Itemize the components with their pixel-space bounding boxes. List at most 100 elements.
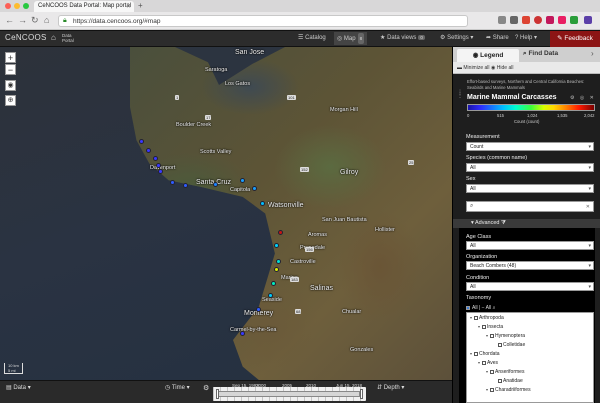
observation-point[interactable]: [239, 177, 245, 183]
feedback-button[interactable]: ✎ Feedback: [550, 31, 600, 47]
observation-point[interactable]: [155, 162, 161, 168]
maximize-window-icon[interactable]: [23, 3, 29, 9]
tree-node[interactable]: Anatidae: [494, 378, 523, 384]
chevron-down-icon: ▾: [588, 186, 591, 192]
pocket-icon[interactable]: [522, 16, 530, 24]
tab-legend[interactable]: ◉ Legend: [457, 49, 519, 62]
cencoos-logo[interactable]: CeNCOOS: [5, 33, 47, 42]
back-icon[interactable]: ←: [5, 15, 14, 25]
map-label-san-juan-bautista: San Juan Bautista: [322, 217, 367, 223]
map-label-boulder-creek: Boulder Creek: [176, 122, 212, 128]
observation-point[interactable]: [275, 258, 281, 264]
observation-point[interactable]: [259, 200, 265, 206]
data-views-badge: 0: [418, 35, 425, 40]
reload-icon[interactable]: ↻: [31, 15, 39, 26]
time-slider[interactable]: [213, 387, 366, 401]
search-input[interactable]: ⌕ ✕: [466, 201, 594, 212]
tree-node[interactable]: ▾ Anseriformes: [486, 369, 524, 375]
observation-point[interactable]: [152, 155, 158, 161]
layer-actions-icons[interactable]: ⚙ ◎ ✕: [570, 95, 596, 101]
ublock-icon[interactable]: [534, 16, 542, 24]
tree-node[interactable]: ▾ Chordata: [470, 351, 500, 357]
locate-icon[interactable]: ◉: [5, 80, 16, 91]
account-icon[interactable]: [584, 16, 592, 24]
pencil-icon: ✎: [557, 35, 563, 42]
data-portal-label: Data Portal: [62, 33, 74, 43]
observation-point[interactable]: [277, 229, 283, 235]
time-range[interactable]: [218, 391, 360, 397]
age-class-select[interactable]: All ▾: [466, 241, 594, 250]
sidebar-icon[interactable]: [510, 16, 518, 24]
library-icon[interactable]: [498, 16, 506, 24]
measurement-select[interactable]: Count ▾: [466, 142, 594, 151]
condition-select[interactable]: All ▾: [466, 282, 594, 291]
catalog-button[interactable]: ☰ Catalog: [298, 34, 326, 41]
home-icon[interactable]: ⌂: [44, 15, 49, 25]
tree-node[interactable]: ▾ Arthropoda: [470, 315, 504, 321]
shield-check-icon[interactable]: [570, 16, 578, 24]
drag-handle-icon[interactable]: ⋮ ⋮: [457, 90, 463, 99]
tree-node[interactable]: ▾ Hymenoptera: [486, 333, 525, 339]
url-bar[interactable]: 🔒︎ https://data.cencoos.org/#map: [58, 15, 468, 27]
organization-label: Organization: [466, 254, 498, 260]
tree-node[interactable]: ▾ Charadriiformes: [486, 387, 531, 393]
time-settings-gear-icon[interactable]: ⚙: [203, 384, 209, 392]
url-text: https://data.cencoos.org/#map: [73, 18, 161, 25]
map-label-hollister: Hollister: [375, 227, 395, 233]
forward-icon[interactable]: →: [18, 15, 27, 25]
colorbar-tick: 515: [497, 113, 504, 118]
collapse-panel-icon[interactable]: ›: [591, 49, 594, 58]
taxonomy-all-toggle[interactable]: All | − All ⌕: [466, 305, 495, 311]
time-end-handle[interactable]: [360, 389, 363, 399]
observation-point[interactable]: [255, 306, 261, 312]
observation-point[interactable]: [212, 181, 218, 187]
home-button-icon[interactable]: ⌂: [51, 33, 56, 42]
observation-point[interactable]: [267, 292, 273, 298]
share-button[interactable]: ➦ Share: [486, 34, 509, 41]
observation-point[interactable]: [138, 138, 144, 144]
observation-point[interactable]: [169, 179, 175, 185]
tab-find-data[interactable]: ⌕ Find Data: [523, 50, 558, 58]
settings-button[interactable]: ⚙ Settings ▾: [440, 34, 473, 41]
observation-point[interactable]: [157, 168, 163, 174]
browser-tab[interactable]: CeNCOOS Data Portal: Map portal ✕: [34, 1, 134, 12]
hide-all-button[interactable]: ◉ Hide all: [491, 65, 513, 71]
map-label-san-jose: San Jose: [235, 49, 265, 56]
sex-select[interactable]: All ▾: [466, 184, 594, 193]
minimize-window-icon[interactable]: [14, 3, 20, 9]
addon-icon[interactable]: [558, 16, 566, 24]
new-tab-button[interactable]: +: [138, 1, 143, 10]
observation-point[interactable]: [182, 182, 188, 188]
observation-point[interactable]: [145, 147, 151, 153]
advanced-toggle[interactable]: ▾ Advanced ⧩: [453, 219, 600, 228]
globe-layers-icon[interactable]: ⊕: [5, 95, 16, 106]
tree-node[interactable]: ▾ Aves: [478, 360, 498, 366]
depth-menu-button[interactable]: ⇵ Depth ▾: [377, 384, 404, 391]
observation-point[interactable]: [273, 266, 279, 272]
observation-point[interactable]: [251, 185, 257, 191]
map-label-castroville: Castroville: [290, 259, 316, 265]
observation-point[interactable]: [239, 330, 245, 336]
close-window-icon[interactable]: [5, 3, 11, 9]
close-tab-icon[interactable]: ✕: [126, 3, 131, 10]
extension-icon[interactable]: [546, 16, 554, 24]
tree-node[interactable]: ▾ Insecta: [478, 324, 503, 330]
data-menu-button[interactable]: ▤ Data ▾: [6, 384, 31, 391]
help-button[interactable]: ? Help ▾: [515, 34, 537, 41]
map-canvas[interactable]: San Jose Saratoga Los Gatos Boulder Cree…: [0, 47, 452, 380]
observation-point[interactable]: [273, 242, 279, 248]
zoom-in-button[interactable]: +: [5, 52, 16, 63]
data-views-button[interactable]: ★ Data views 0: [380, 34, 425, 41]
map-button[interactable]: ◎ Map 8: [334, 32, 368, 45]
time-start-handle[interactable]: [216, 389, 219, 399]
species-select[interactable]: All ▾: [466, 163, 594, 172]
observation-point[interactable]: [270, 280, 276, 286]
condition-label: Condition: [466, 275, 490, 281]
tree-node[interactable]: Colletidae: [494, 342, 525, 348]
zoom-out-button[interactable]: −: [5, 64, 16, 75]
time-menu-button[interactable]: ◷ Time ▾: [165, 384, 190, 391]
globe-icon: ◎: [337, 36, 343, 42]
organization-select[interactable]: Beach Combers (48) ▾: [466, 261, 594, 270]
clock-icon: ◷: [165, 385, 171, 391]
minimize-all-button[interactable]: ▬ Minimize all: [457, 65, 490, 71]
